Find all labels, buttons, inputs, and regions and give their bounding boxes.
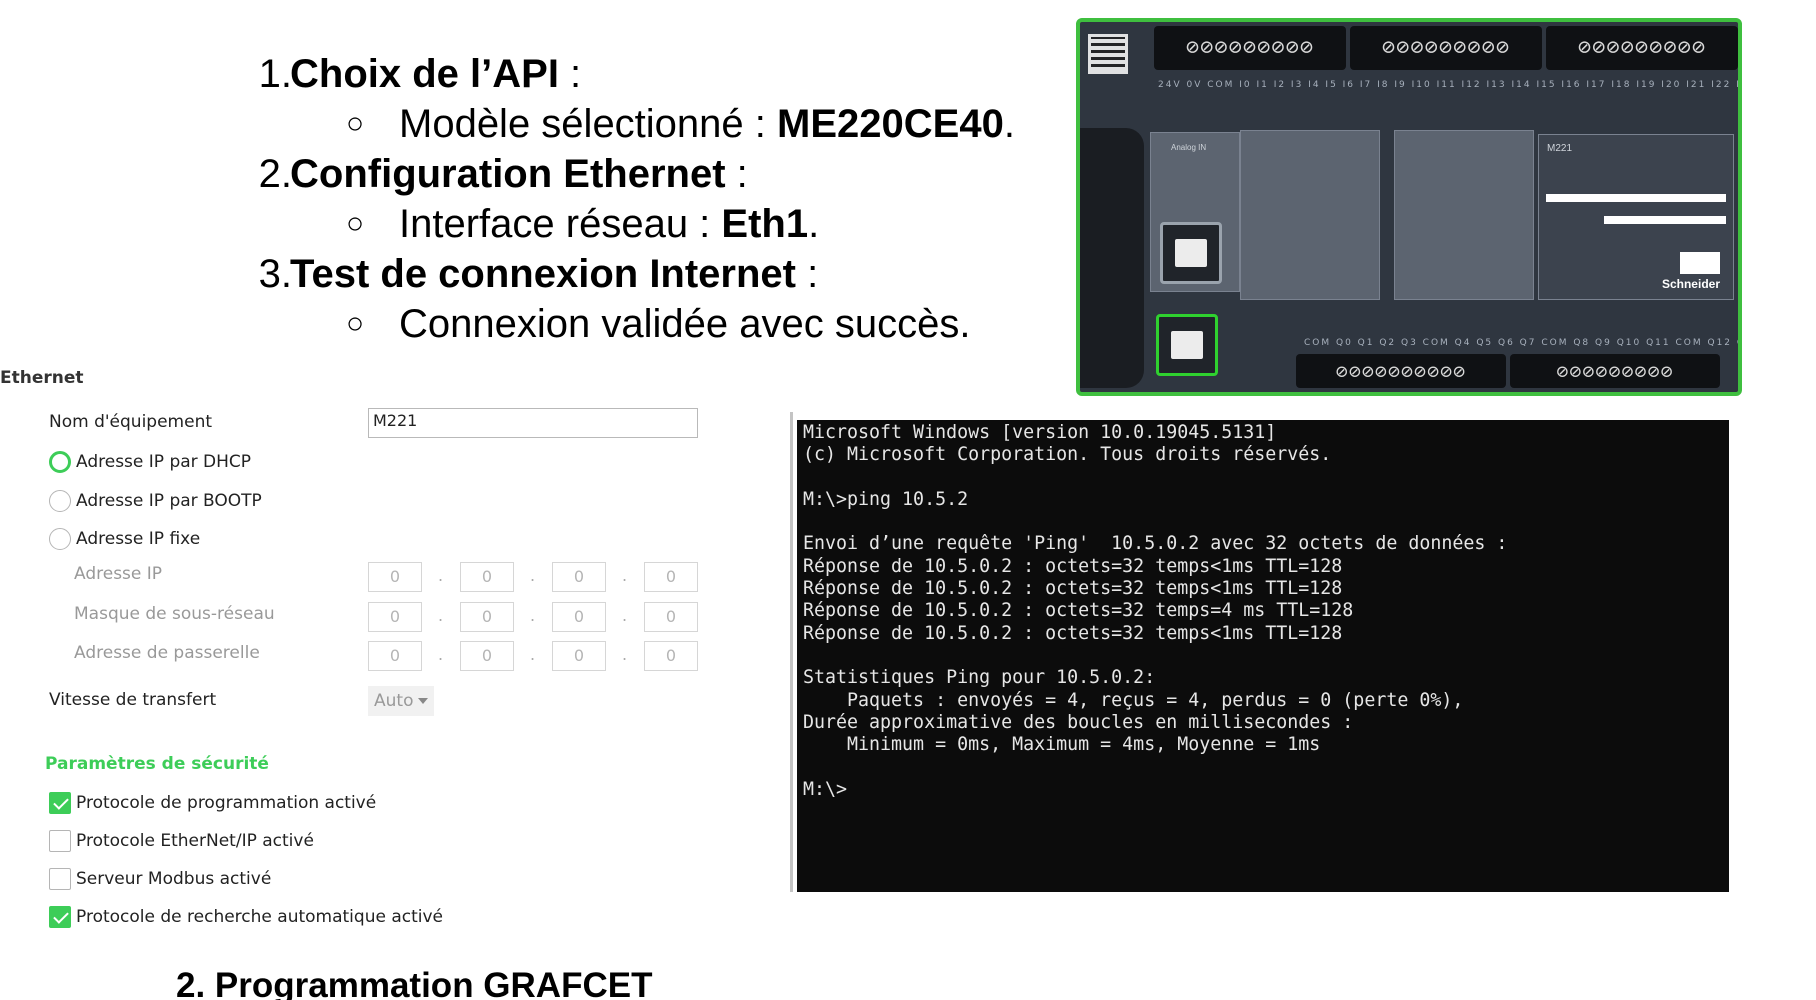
section-title: Ethernet <box>0 368 84 388</box>
discovery-protocol-checkbox[interactable] <box>49 906 71 928</box>
plc-side-cover <box>1080 128 1144 388</box>
console-line: M:\> <box>803 778 848 800</box>
console-line: Réponse de 10.5.0.2 : octets=32 temps<1m… <box>803 622 1343 644</box>
ethernet-config-panel: Ethernet Nom d'équipement M221 Adresse I… <box>0 360 720 940</box>
terminal-block: ⊘⊘⊘⊘⊘⊘⊘⊘⊘⊘ <box>1296 354 1506 388</box>
console-line: Statistiques Ping pour 10.5.0.2: <box>803 667 1156 689</box>
octet-separator: . <box>530 645 536 664</box>
gateway-octet-2[interactable]: 0 <box>460 641 514 671</box>
terminal-block: ⊘⊘⊘⊘⊘⊘⊘⊘⊘ <box>1350 26 1542 70</box>
mask-octet-4[interactable]: 0 <box>644 602 698 632</box>
cartridge-slot <box>1240 130 1380 300</box>
ip-address-label: Adresse IP <box>74 564 163 584</box>
console-line: Réponse de 10.5.0.2 : octets=32 temps<1m… <box>803 578 1343 600</box>
status-leds <box>1680 252 1720 274</box>
mask-octet-1[interactable]: 0 <box>368 602 422 632</box>
fixed-ip-radio[interactable] <box>49 528 71 550</box>
console-line: Durée approximative des boucles en milli… <box>803 711 1354 733</box>
list-number: 2. <box>258 152 292 196</box>
fixed-ip-label: Adresse IP fixe <box>76 529 201 549</box>
ip-octet-1[interactable]: 0 <box>368 562 422 592</box>
list-item-heading: Test de connexion Internet <box>290 252 796 296</box>
transfer-speed-value: Auto <box>374 691 414 711</box>
gateway-octet-1[interactable]: 0 <box>368 641 422 671</box>
mask-octet-2[interactable]: 0 <box>460 602 514 632</box>
qr-code-icon <box>1088 34 1128 74</box>
programming-protocol-checkbox[interactable] <box>49 792 71 814</box>
ip-octet-4[interactable]: 0 <box>644 562 698 592</box>
section-heading: 2. Programmation GRAFCET <box>176 966 653 1000</box>
gateway-octet-3[interactable]: 0 <box>552 641 606 671</box>
gateway-octet-4[interactable]: 0 <box>644 641 698 671</box>
bullet-icon: ○ <box>346 107 365 140</box>
octet-separator: . <box>530 606 536 625</box>
console-window[interactable]: Microsoft Windows [version 10.0.19045.51… <box>797 420 1729 892</box>
security-section-title: Paramètres de sécurité <box>45 754 269 774</box>
bootp-radio[interactable] <box>49 490 71 512</box>
octet-separator: . <box>438 645 444 664</box>
console-line: Envoi d’une requête 'Ping' 10.5.0.2 avec… <box>803 533 1508 555</box>
transfer-speed-select[interactable]: Auto <box>368 686 434 716</box>
subnet-mask-label: Masque de sous-réseau <box>74 604 275 624</box>
plc-photo: ⊘⊘⊘⊘⊘⊘⊘⊘⊘ ⊘⊘⊘⊘⊘⊘⊘⊘⊘ ⊘⊘⊘⊘⊘⊘⊘⊘⊘ 24V 0V COM… <box>1076 18 1742 396</box>
list-item-heading: Choix de l’API <box>290 52 559 96</box>
terminal-labels: 24V 0V COM I0 I1 I2 I3 I4 I5 I6 I7 I8 I9… <box>1158 80 1742 90</box>
console-line: Paquets : envoyés = 4, reçus = 4, perdus… <box>803 689 1464 711</box>
mask-octet-3[interactable]: 0 <box>552 602 606 632</box>
model-label: M221 <box>1547 143 1573 154</box>
ethernetip-label: Protocole EtherNet/IP activé <box>76 831 314 851</box>
bootp-label: Adresse IP par BOOTP <box>76 491 262 511</box>
bullet-icon: ○ <box>346 307 365 340</box>
console-line: Réponse de 10.5.0.2 : octets=32 temps<1m… <box>803 555 1343 577</box>
console-line: Microsoft Windows [version 10.0.19045.51… <box>803 422 1277 443</box>
modbus-server-label: Serveur Modbus activé <box>76 869 272 889</box>
terminal-block: ⊘⊘⊘⊘⊘⊘⊘⊘⊘ <box>1510 354 1720 388</box>
dhcp-radio[interactable] <box>49 451 71 473</box>
modbus-server-checkbox[interactable] <box>49 868 71 890</box>
led-bar <box>1546 194 1726 202</box>
analog-label: Analog IN <box>1171 143 1207 152</box>
list-number: 1. <box>258 52 292 96</box>
terminal-block: ⊘⊘⊘⊘⊘⊘⊘⊘⊘ <box>1154 26 1346 70</box>
ip-octet-3[interactable]: 0 <box>552 562 606 592</box>
ethernet-port-icon <box>1160 222 1222 284</box>
ethernet-port-eth1-icon <box>1156 314 1218 376</box>
dhcp-label: Adresse IP par DHCP <box>76 452 252 472</box>
list-item-heading: Configuration Ethernet <box>290 152 726 196</box>
gateway-label: Adresse de passerelle <box>74 643 260 663</box>
console-line: M:\>ping 10.5.2 <box>803 488 969 510</box>
output-labels: COM Q0 Q1 Q2 Q3 COM Q4 Q5 Q6 Q7 COM Q8 Q… <box>1304 338 1738 348</box>
octet-separator: . <box>438 606 444 625</box>
octet-separator: . <box>438 566 444 585</box>
octet-separator: . <box>622 566 628 585</box>
device-name-label: Nom d'équipement <box>49 412 213 432</box>
transfer-speed-label: Vitesse de transfert <box>49 690 217 710</box>
led-bar <box>1604 216 1726 224</box>
bullet-icon: ○ <box>346 207 365 240</box>
ethernetip-checkbox[interactable] <box>49 830 71 852</box>
console-output: Microsoft Windows [version 10.0.19045.51… <box>803 422 1507 801</box>
octet-separator: . <box>622 606 628 625</box>
brand-logo: Schneider <box>1661 277 1720 291</box>
console-line: (c) Microsoft Corporation. Tous droits r… <box>803 444 1332 466</box>
list-number: 3. <box>258 252 292 296</box>
console-window-edge <box>790 412 793 892</box>
octet-separator: . <box>530 566 536 585</box>
octet-separator: . <box>622 645 628 664</box>
discovery-protocol-label: Protocole de recherche automatique activ… <box>76 907 444 927</box>
device-name-input[interactable]: M221 <box>368 408 698 438</box>
chevron-down-icon <box>418 698 428 704</box>
cartridge-slot <box>1394 130 1534 300</box>
ip-octet-2[interactable]: 0 <box>460 562 514 592</box>
console-line: Réponse de 10.5.0.2 : octets=32 temps=4 … <box>803 600 1354 622</box>
terminal-block: ⊘⊘⊘⊘⊘⊘⊘⊘⊘ <box>1546 26 1738 70</box>
programming-protocol-label: Protocole de programmation activé <box>76 793 377 813</box>
console-line: Minimum = 0ms, Maximum = 4ms, Moyenne = … <box>803 734 1321 756</box>
